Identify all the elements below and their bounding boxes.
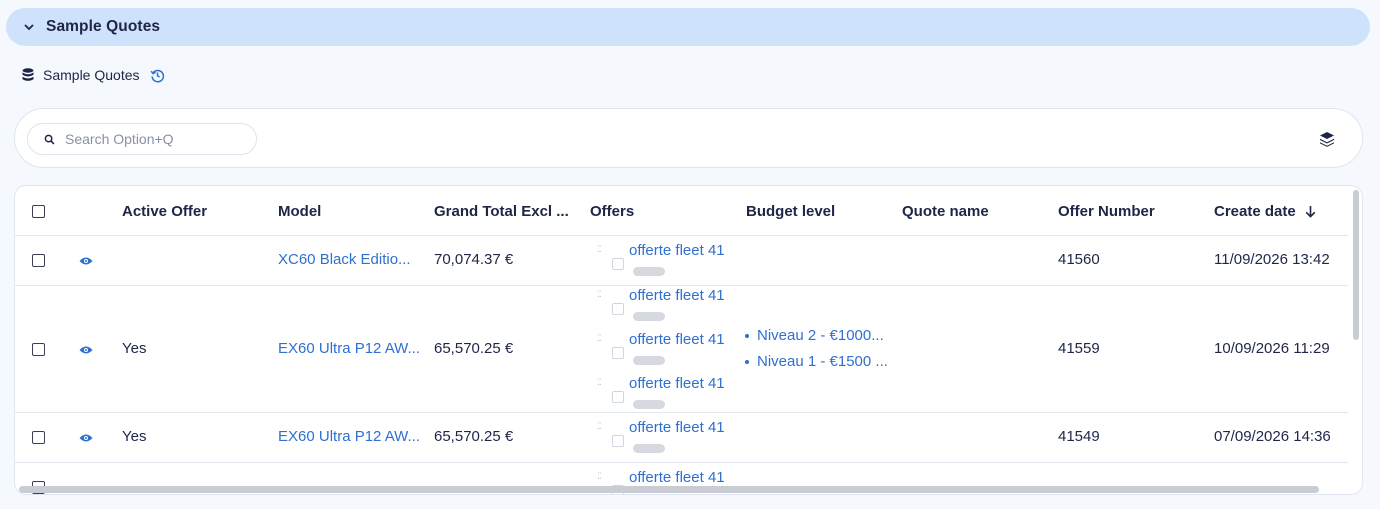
offer-link[interactable]: offerte fleet 41 — [629, 242, 725, 259]
offer-status-pill — [633, 400, 665, 409]
object-label-text: Sample Quotes — [43, 67, 140, 83]
search-box[interactable] — [27, 123, 257, 155]
create-date-cell: 07/09/2026 14:36 — [1214, 428, 1331, 445]
drag-handle-icon[interactable]: ⁚⁚ — [597, 472, 602, 481]
active-offer-cell: Yes — [122, 428, 147, 445]
offer-link[interactable]: offerte fleet 41 — [629, 469, 725, 486]
drag-handle-icon[interactable]: ⁚⁚ — [597, 378, 602, 387]
model-link[interactable]: XC60 Black Editio... — [278, 251, 411, 268]
offer-status-pill — [633, 267, 665, 276]
table-row[interactable]: Yes EX60 Ultra P12 AW... 65,570.25 € ⁚⁚ … — [15, 413, 1348, 463]
column-header-model[interactable]: Model — [278, 186, 321, 236]
search-input[interactable] — [65, 131, 245, 147]
section-header[interactable]: Sample Quotes — [6, 8, 1370, 46]
budget-level-link[interactable]: Niveau 1 - €1500 ... — [757, 353, 888, 370]
table-header: Active Offer Model Grand Total Excl ... … — [15, 186, 1348, 236]
grand-total-cell: 65,570.25 € — [434, 340, 514, 357]
drag-handle-icon[interactable]: ⁚⁚ — [597, 245, 602, 254]
offer-number-cell: 41560 — [1058, 251, 1100, 268]
grand-total-cell: 70,074.37 € — [434, 251, 514, 268]
offer-item[interactable]: ⁚⁚ offerte fleet 41 — [597, 242, 747, 286]
search-icon — [44, 133, 56, 145]
budget-level-link[interactable]: Niveau 2 - €1000... — [757, 327, 884, 344]
column-header-create-date-label: Create date — [1214, 202, 1296, 220]
row-checkbox[interactable] — [32, 431, 45, 444]
budget-level-item[interactable]: Niveau 2 - €1000... — [745, 327, 884, 344]
drag-handle-icon[interactable]: ⁚⁚ — [597, 334, 602, 343]
chevron-down-icon[interactable] — [22, 20, 36, 34]
eye-icon[interactable] — [79, 345, 93, 355]
offer-checkbox[interactable] — [612, 391, 624, 403]
offer-link[interactable]: offerte fleet 41 — [629, 375, 725, 392]
create-date-cell: 10/09/2026 11:29 — [1214, 340, 1330, 357]
column-header-budget-level[interactable]: Budget level — [746, 186, 835, 236]
database-icon — [22, 68, 36, 82]
section-title: Sample Quotes — [46, 18, 161, 35]
quotes-table: Active Offer Model Grand Total Excl ... … — [14, 185, 1363, 495]
column-header-offers[interactable]: Offers — [590, 186, 634, 236]
history-icon[interactable] — [150, 67, 166, 83]
select-all-checkbox[interactable] — [32, 204, 45, 218]
offer-status-pill — [633, 312, 665, 321]
drag-handle-icon[interactable]: ⁚⁚ — [597, 422, 602, 431]
model-link[interactable]: EX60 Ultra P12 AW... — [278, 428, 420, 445]
object-label: Sample Quotes — [22, 64, 166, 86]
horizontal-scrollbar[interactable] — [19, 486, 1319, 493]
offer-number-cell: 41559 — [1058, 340, 1100, 357]
offer-item[interactable]: ⁚⁚ offerte fleet 41 — [597, 419, 747, 463]
offer-item[interactable]: ⁚⁚ offerte fleet 41 — [597, 287, 747, 331]
budget-level-item[interactable]: Niveau 1 - €1500 ... — [745, 353, 888, 370]
row-checkbox-box[interactable] — [32, 431, 45, 444]
create-date-cell: 11/09/2026 13:42 — [1214, 251, 1330, 268]
model-link[interactable]: EX60 Ultra P12 AW... — [278, 340, 420, 357]
eye-icon[interactable] — [79, 433, 93, 443]
sort-desc-icon[interactable] — [1305, 205, 1316, 218]
offer-checkbox[interactable] — [612, 258, 624, 270]
table-row[interactable]: XC60 Black Editio... 70,074.37 € ⁚⁚ offe… — [15, 236, 1348, 286]
column-header-quote-name[interactable]: Quote name — [902, 186, 989, 236]
layers-icon[interactable] — [1318, 130, 1336, 148]
column-header-active-offer[interactable]: Active Offer — [122, 186, 207, 236]
offer-link[interactable]: offerte fleet 41 — [629, 287, 725, 304]
offer-link[interactable]: offerte fleet 41 — [629, 331, 725, 348]
row-checkbox[interactable] — [32, 343, 45, 356]
column-header-grand-total[interactable]: Grand Total Excl ... — [434, 186, 569, 236]
column-header-create-date[interactable]: Create date — [1214, 186, 1316, 236]
offer-checkbox[interactable] — [612, 347, 624, 359]
vertical-scrollbar[interactable] — [1353, 190, 1359, 340]
table-row[interactable]: Yes EX60 Ultra P12 AW... 65,570.25 € ⁚⁚ … — [15, 286, 1348, 413]
offer-item[interactable]: ⁚⁚ offerte fleet 41 — [597, 331, 747, 375]
offer-checkbox[interactable] — [612, 303, 624, 315]
bullet-icon — [745, 333, 749, 338]
offer-link[interactable]: offerte fleet 41 — [629, 419, 725, 436]
offer-number-cell: 41549 — [1058, 428, 1100, 445]
offer-status-pill — [633, 356, 665, 365]
offer-status-pill — [633, 444, 665, 453]
row-checkbox-box[interactable] — [32, 343, 45, 356]
row-checkbox[interactable] — [32, 254, 45, 267]
active-offer-cell: Yes — [122, 340, 147, 357]
select-all-cell[interactable] — [32, 186, 45, 236]
drag-handle-icon[interactable]: ⁚⁚ — [597, 290, 602, 299]
column-header-offer-number[interactable]: Offer Number — [1058, 186, 1155, 236]
offer-checkbox[interactable] — [612, 435, 624, 447]
eye-icon[interactable] — [79, 256, 93, 266]
toolbar — [14, 108, 1363, 168]
bullet-icon — [745, 359, 749, 364]
row-checkbox-box[interactable] — [32, 254, 45, 267]
grand-total-cell: 65,570.25 € — [434, 428, 514, 445]
